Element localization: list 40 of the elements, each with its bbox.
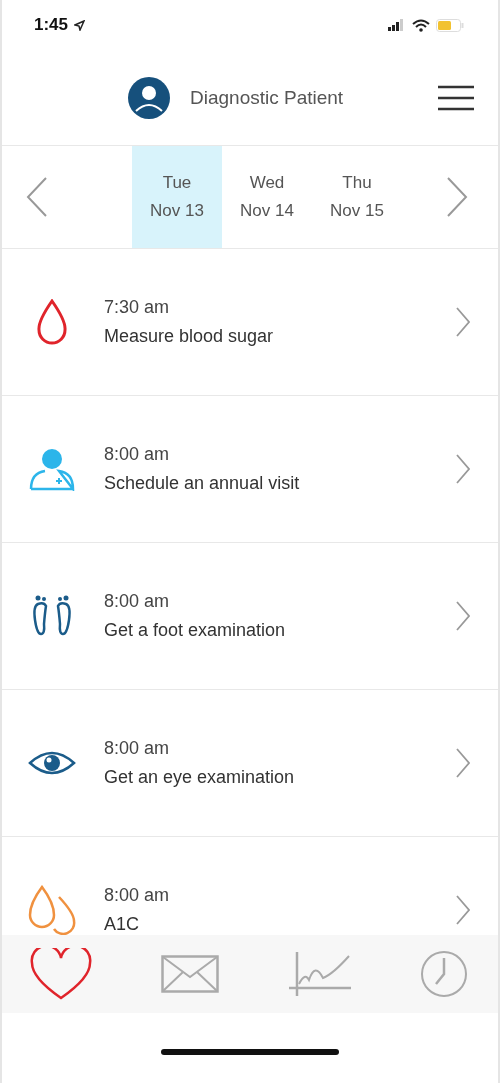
battery-icon [436, 18, 464, 32]
chevron-icon [456, 307, 470, 337]
task-time: 8:00 am [104, 738, 171, 759]
chart-tab[interactable] [288, 952, 351, 996]
task-title: Schedule an annual visit [104, 473, 301, 494]
chevron-icon [456, 454, 470, 484]
drops-icon [26, 885, 78, 935]
mail-tab[interactable] [161, 955, 220, 993]
task-time: 7:30 am [104, 297, 171, 318]
patient-name: Diagnostic Patient [190, 86, 345, 109]
day-tab[interactable]: Thu Nov 15 [312, 146, 402, 248]
task-row[interactable]: 8:00 am Get a foot examination [2, 543, 498, 690]
previous-day-icon[interactable] [26, 177, 48, 217]
status-time: 1:45 [34, 15, 69, 35]
drop-icon [36, 299, 68, 345]
heart-tab[interactable] [30, 948, 92, 1000]
task-time: 8:00 am [104, 591, 171, 612]
location-arrow-icon [74, 19, 86, 31]
task-row[interactable]: 8:00 am Schedule an annual visit [2, 396, 498, 543]
task-time: 8:00 am [104, 885, 171, 906]
day-tab[interactable]: Tue Nov 13 [132, 146, 222, 248]
wifi-icon [412, 18, 430, 32]
task-title: Get a foot examination [104, 620, 287, 641]
chevron-icon [456, 895, 470, 925]
clock-tab[interactable] [420, 950, 468, 998]
day-tab[interactable]: Wed Nov 14 [222, 146, 312, 248]
task-title: Get an eye examination [104, 767, 296, 788]
chevron-icon [456, 748, 470, 778]
chevron-icon [456, 601, 470, 631]
signal-icon [388, 19, 406, 31]
task-row[interactable]: 7:30 am Measure blood sugar [2, 249, 498, 396]
menu-icon[interactable] [438, 84, 474, 111]
avatar-icon[interactable] [128, 76, 170, 119]
task-time: 8:00 am [104, 444, 171, 465]
task-title: Measure blood sugar [104, 326, 275, 347]
doctor-icon [29, 447, 75, 491]
eye-icon [28, 749, 76, 777]
next-day-icon[interactable] [446, 177, 468, 217]
task-row[interactable]: 8:00 am Get an eye examination [2, 690, 498, 837]
task-title: A1C [104, 914, 140, 935]
